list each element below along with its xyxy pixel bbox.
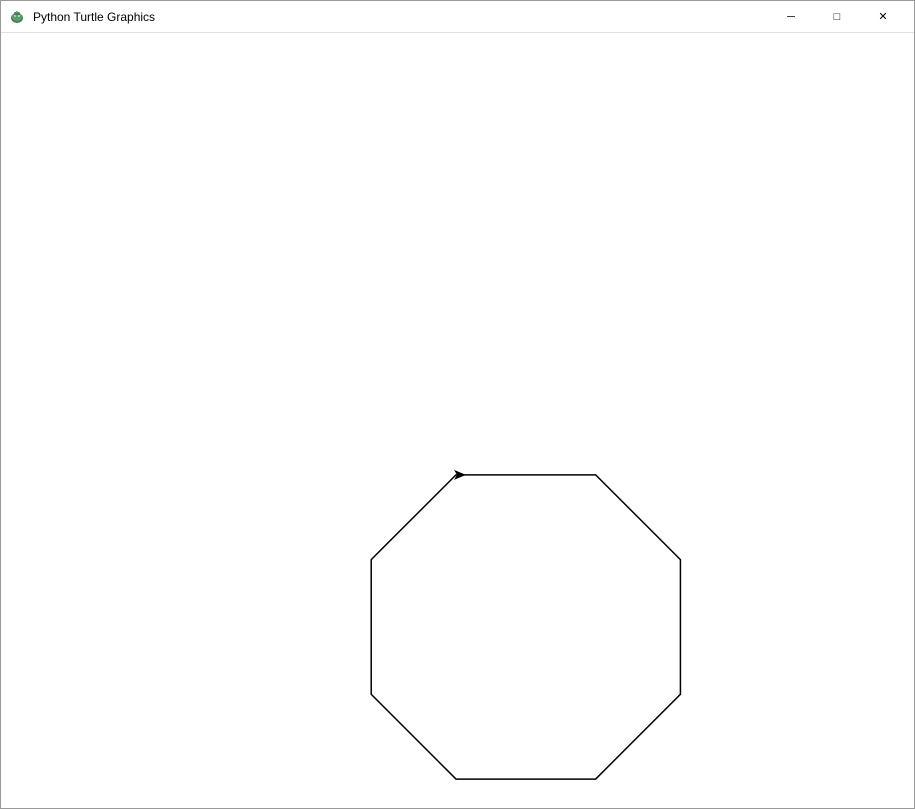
octagon-shape bbox=[371, 475, 680, 779]
titlebar-controls: ─ □ ✕ bbox=[768, 1, 906, 33]
titlebar-left: Python Turtle Graphics bbox=[9, 9, 155, 25]
minimize-button[interactable]: ─ bbox=[768, 1, 814, 33]
window: Python Turtle Graphics ─ □ ✕ bbox=[0, 0, 915, 809]
close-button[interactable]: ✕ bbox=[860, 1, 906, 33]
window-title: Python Turtle Graphics bbox=[33, 10, 155, 24]
app-icon bbox=[9, 9, 25, 25]
maximize-button[interactable]: □ bbox=[814, 1, 860, 33]
canvas-area bbox=[1, 33, 914, 808]
turtle-canvas bbox=[1, 33, 914, 808]
titlebar: Python Turtle Graphics ─ □ ✕ bbox=[1, 1, 914, 33]
